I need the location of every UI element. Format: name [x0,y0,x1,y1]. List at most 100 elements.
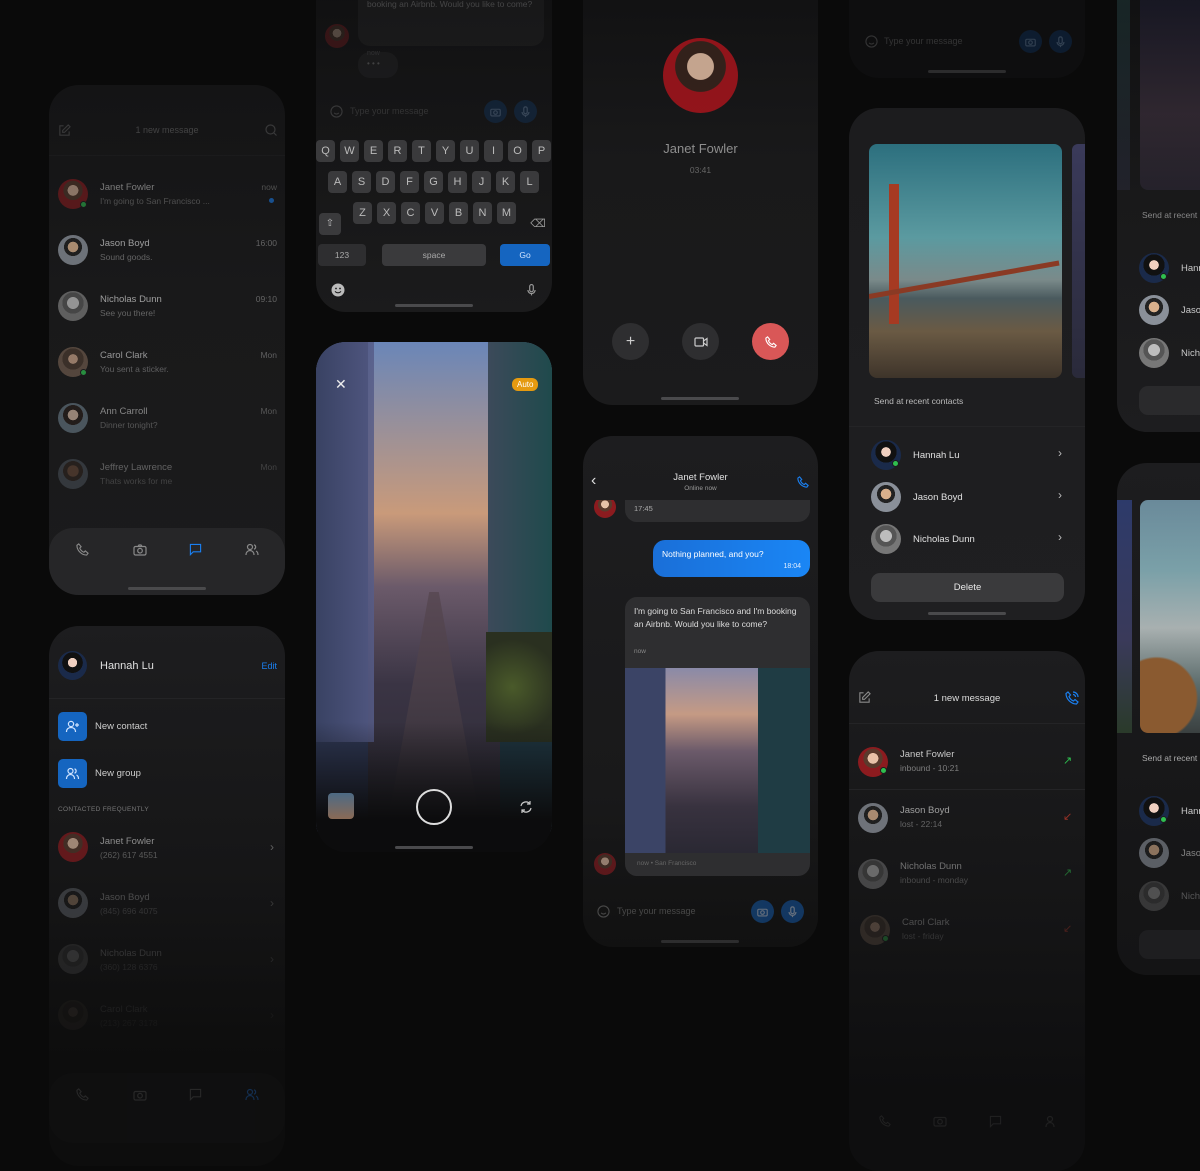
key-o[interactable]: O [508,140,527,162]
microphone-button[interactable] [1049,30,1072,53]
camera-icon[interactable] [933,1115,947,1127]
camera-button[interactable] [751,900,774,923]
shutter-button[interactable] [416,789,452,825]
key-y[interactable]: Y [436,140,455,162]
emoji-icon[interactable] [330,105,343,118]
key-w[interactable]: W [340,140,359,162]
key-c[interactable]: C [401,202,420,224]
message-input[interactable]: Type your message [617,906,696,916]
phone-ringing-icon[interactable] [1065,691,1079,705]
phone-call-icon[interactable] [797,476,809,488]
gallery-thumbnail[interactable] [328,793,354,819]
key-b[interactable]: B [449,202,468,224]
chat-icon[interactable] [189,1088,202,1101]
delete-button[interactable] [1139,386,1200,415]
avatar [325,24,349,48]
phone-icon[interactable] [76,543,89,556]
contacts-icon[interactable] [245,543,259,556]
contact-name[interactable]: Hann [1181,806,1200,817]
home-indicator [661,397,739,400]
contact-name[interactable]: Nich [1181,891,1200,902]
chat-screen: ‹ Janet Fowler Online now 17:45 Nothing … [583,436,818,947]
key-q[interactable]: Q [316,140,335,162]
key-j[interactable]: J [472,171,491,193]
message-input[interactable]: Type your message [884,36,963,46]
contacts-icon[interactable] [245,1088,259,1101]
key-s[interactable]: S [352,171,371,193]
contacts-icon[interactable] [1045,1115,1059,1128]
typing-indicator: • • • [358,52,398,78]
shared-photo-preview[interactable] [869,144,1062,378]
chat-contact-name: Janet Fowler [673,472,728,483]
contact-name[interactable]: Jaso [1181,848,1200,859]
space-key[interactable]: space [382,244,486,266]
microphone-icon[interactable] [527,283,536,297]
contact-name: Janet Fowler [900,749,955,760]
search-icon[interactable] [265,124,277,136]
add-call-button[interactable]: + [612,323,649,360]
key-p[interactable]: P [532,140,551,162]
message-input[interactable]: Type your message [350,106,429,116]
shift-key[interactable]: ⇧ [319,213,341,235]
shared-photo-preview [1140,0,1200,190]
incoming-message: booking an Airbnb. Would you like to com… [358,0,544,57]
chat-input-screen-partial: Type your message [849,0,1085,78]
phone-icon[interactable] [76,1088,89,1101]
emoji-icon[interactable] [597,905,610,918]
chevron-right-icon: › [1058,446,1062,460]
avatar [594,500,616,518]
key-k[interactable]: K [496,171,515,193]
key-d[interactable]: D [376,171,395,193]
end-call-button[interactable] [752,323,789,360]
key-l[interactable]: L [520,171,539,193]
key-h[interactable]: H [448,171,467,193]
microphone-button[interactable] [781,900,804,923]
key-n[interactable]: N [473,202,492,224]
call-detail: lost - 22:14 [900,819,943,829]
flash-auto-badge[interactable]: Auto [512,378,539,391]
phone-icon[interactable] [879,1115,891,1127]
chat-icon[interactable] [189,543,202,556]
key-f[interactable]: F [400,171,419,193]
delete-button[interactable]: Delete [871,573,1064,602]
switch-camera-icon[interactable] [519,800,533,814]
go-key[interactable]: Go [500,244,550,266]
shared-photo-preview[interactable] [1140,500,1200,733]
emoji-icon[interactable] [865,35,878,48]
key-a[interactable]: A [328,171,347,193]
camera-button[interactable] [484,100,507,123]
chat-thread: 17:45 Nothing planned, and you? 18:04 I'… [583,500,818,890]
microphone-button[interactable] [514,100,537,123]
message-time: now [634,648,646,655]
contact-name[interactable]: Jaso [1181,305,1200,316]
home-indicator [395,846,473,849]
contact-name[interactable]: Hann [1181,263,1200,274]
key-m[interactable]: M [497,202,516,224]
incoming-message: 17:45 [625,500,810,522]
chat-icon[interactable] [989,1115,1002,1128]
key-x[interactable]: X [377,202,396,224]
key-v[interactable]: V [425,202,444,224]
key-z[interactable]: Z [353,202,372,224]
add-user-icon [58,712,87,741]
message-time: Mon [260,462,277,472]
key-r[interactable]: R [388,140,407,162]
key-e[interactable]: E [364,140,383,162]
key-u[interactable]: U [460,140,479,162]
shared-photo[interactable] [625,668,810,853]
video-call-button[interactable] [682,323,719,360]
key-g[interactable]: G [424,171,443,193]
edit-button[interactable]: Edit [261,661,277,671]
delete-button[interactable] [1139,930,1200,959]
camera-icon[interactable] [133,544,147,556]
camera-icon[interactable] [133,1089,147,1101]
message-time: Mon [260,350,277,360]
contact-name[interactable]: Nich [1181,348,1200,359]
key-i[interactable]: I [484,140,503,162]
close-icon[interactable]: ✕ [335,376,347,393]
camera-button[interactable] [1019,30,1042,53]
emoji-icon[interactable] [331,283,345,297]
key-t[interactable]: T [412,140,431,162]
backspace-key[interactable]: ⌫ [527,213,549,235]
numbers-key[interactable]: 123 [318,244,366,266]
